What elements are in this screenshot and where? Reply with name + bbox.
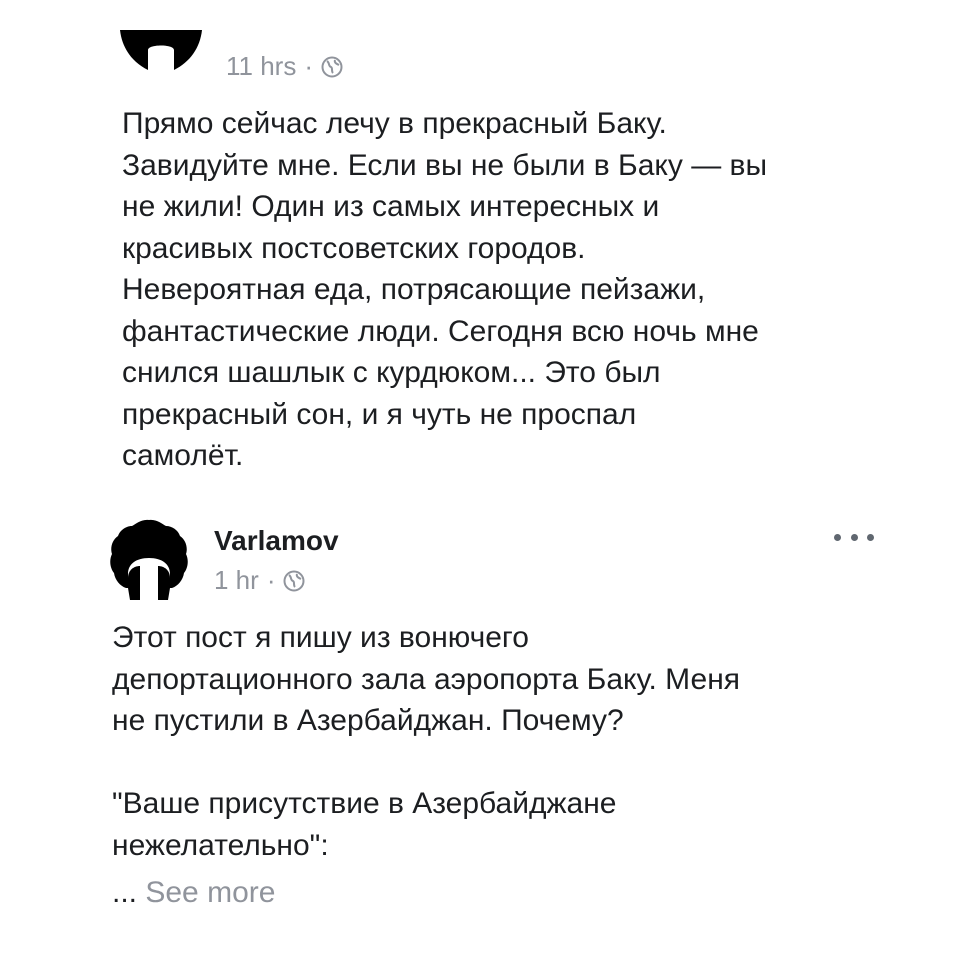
see-more-link[interactable]: See more bbox=[145, 876, 275, 909]
ellipsis: ... bbox=[112, 876, 138, 909]
afro-silhouette-icon bbox=[120, 30, 202, 70]
meta-separator: · bbox=[266, 565, 276, 595]
more-options-icon[interactable] bbox=[834, 522, 874, 552]
avatar[interactable] bbox=[116, 30, 206, 90]
menu-dot bbox=[867, 533, 874, 541]
afro-silhouette-icon bbox=[110, 519, 188, 600]
post-timestamp[interactable]: 11 hrs bbox=[226, 51, 296, 82]
post-body: Прямо сейчас лечу в прекрасный Баку. Зав… bbox=[122, 107, 768, 472]
author-name[interactable]: Varlamov bbox=[214, 525, 339, 557]
avatar[interactable] bbox=[108, 518, 190, 600]
globe-icon[interactable] bbox=[321, 56, 343, 78]
menu-dot bbox=[850, 533, 858, 541]
post-body: Этот пост я пишу из вонючего депортацион… bbox=[112, 621, 741, 862]
post-meta: 11 hrs · bbox=[226, 51, 343, 82]
meta-separator: · bbox=[304, 51, 314, 81]
post-meta: 1 hr · bbox=[214, 565, 305, 596]
see-more-row: ... See more bbox=[112, 876, 275, 910]
menu-dot bbox=[834, 533, 841, 541]
post-timestamp[interactable]: 1 hr bbox=[214, 565, 259, 596]
globe-icon[interactable] bbox=[283, 570, 305, 592]
